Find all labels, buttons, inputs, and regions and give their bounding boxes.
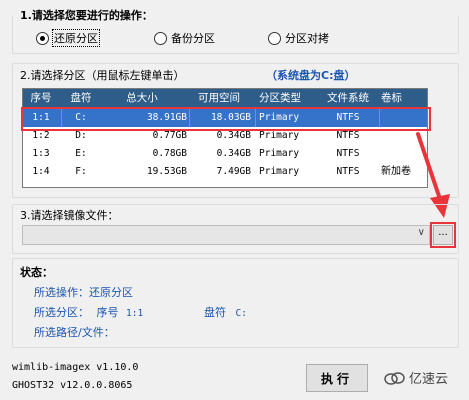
cell-total: 19.53GB xyxy=(146,166,187,177)
status-path: 所选路径/文件： xyxy=(34,324,115,340)
operation-section-title: 1.请选择您要进行的操作： xyxy=(20,9,153,22)
chevron-down-icon[interactable]: ∨ xyxy=(418,227,425,238)
column-header-no: 序号 xyxy=(30,92,52,104)
status-path-label: 所选路径/文件： xyxy=(34,326,115,339)
status-partition-drive: 盘符 C: xyxy=(204,304,247,320)
cell-fs: NTFS xyxy=(336,148,360,159)
partition-table: 序号 盘符 总大小 可用空间 分区类型 文件系统 卷标 1:1 C: 38.91… xyxy=(22,88,428,188)
ghost-version: GHOST32 v12.0.0.8065 xyxy=(12,380,133,391)
watermark-text: 亿速云 xyxy=(409,372,449,387)
browse-button-highlight xyxy=(430,222,456,248)
cell-type: Primary xyxy=(259,148,300,159)
cloud-logo-icon xyxy=(384,371,405,385)
status-operation: 所选操作：还原分区 xyxy=(34,284,133,300)
execute-button[interactable]: 执行 xyxy=(306,364,368,392)
radio-restore-label: 还原分区 xyxy=(52,29,100,47)
column-header-label: 卷标 xyxy=(381,92,402,104)
status-title: 状态： xyxy=(20,266,53,279)
wimlib-version: wimlib-imagex v1.10.0 xyxy=(12,362,139,373)
radio-backup-partition[interactable]: 备份分区 xyxy=(154,30,215,46)
image-file-section-title: 3.请选择镜像文件： xyxy=(20,209,119,222)
cell-type: Primary xyxy=(259,166,300,177)
cell-no: 1:3 xyxy=(32,148,50,159)
image-file-combobox[interactable]: ∨ xyxy=(22,225,430,245)
system-disk-note: （系统盘为C:盘） xyxy=(266,69,356,82)
partition-section-title-text: 2.请选择分区（用鼠标左键单击） xyxy=(20,69,185,82)
cell-no: 1:4 xyxy=(32,166,50,177)
cell-free: 7.49GB xyxy=(216,166,251,177)
status-partition-no-label: 序号 xyxy=(96,306,119,319)
status-partition: 所选分区： 序号 1:1 xyxy=(34,304,143,320)
column-header-fs: 文件系统 xyxy=(327,92,369,104)
status-operation-value: 还原分区 xyxy=(89,286,133,299)
column-header-drive: 盘符 xyxy=(70,92,92,104)
cell-free: 0.34GB xyxy=(216,148,251,159)
selected-row-highlight xyxy=(21,107,431,131)
radio-backup-label: 备份分区 xyxy=(171,32,215,45)
status-drive-value: C: xyxy=(235,308,247,319)
cell-total: 0.78GB xyxy=(152,148,187,159)
radio-copy-partition[interactable]: 分区对拷 xyxy=(268,30,329,46)
cell-drive: F: xyxy=(75,166,87,177)
cell-drive: E: xyxy=(75,148,87,159)
radio-unselected-icon xyxy=(154,31,167,45)
radio-copy-label: 分区对拷 xyxy=(285,32,329,45)
status-partition-label: 所选分区： xyxy=(34,306,89,319)
partition-table-header: 序号 盘符 总大小 可用空间 分区类型 文件系统 卷标 xyxy=(23,89,427,107)
status-drive-label: 盘符 xyxy=(204,306,226,319)
status-partition-no-value: 1:1 xyxy=(126,308,144,319)
column-header-free: 可用空间 xyxy=(198,92,240,104)
column-header-total: 总大小 xyxy=(126,92,158,104)
cell-fs: NTFS xyxy=(336,166,360,177)
radio-restore-partition[interactable]: 还原分区 xyxy=(36,29,100,47)
table-row[interactable]: 1:4 F: 19.53GB 7.49GB Primary NTFS 新加卷 xyxy=(23,163,427,181)
table-row[interactable]: 1:3 E: 0.78GB 0.34GB Primary NTFS xyxy=(23,145,427,163)
column-header-type: 分区类型 xyxy=(259,92,301,104)
radio-unselected-icon xyxy=(268,31,281,45)
status-operation-label: 所选操作： xyxy=(34,286,89,299)
partition-section-title: 2.请选择分区（用鼠标左键单击） xyxy=(20,67,185,83)
watermark-logo: 亿速云 xyxy=(384,368,448,387)
radio-selected-icon xyxy=(36,31,49,45)
